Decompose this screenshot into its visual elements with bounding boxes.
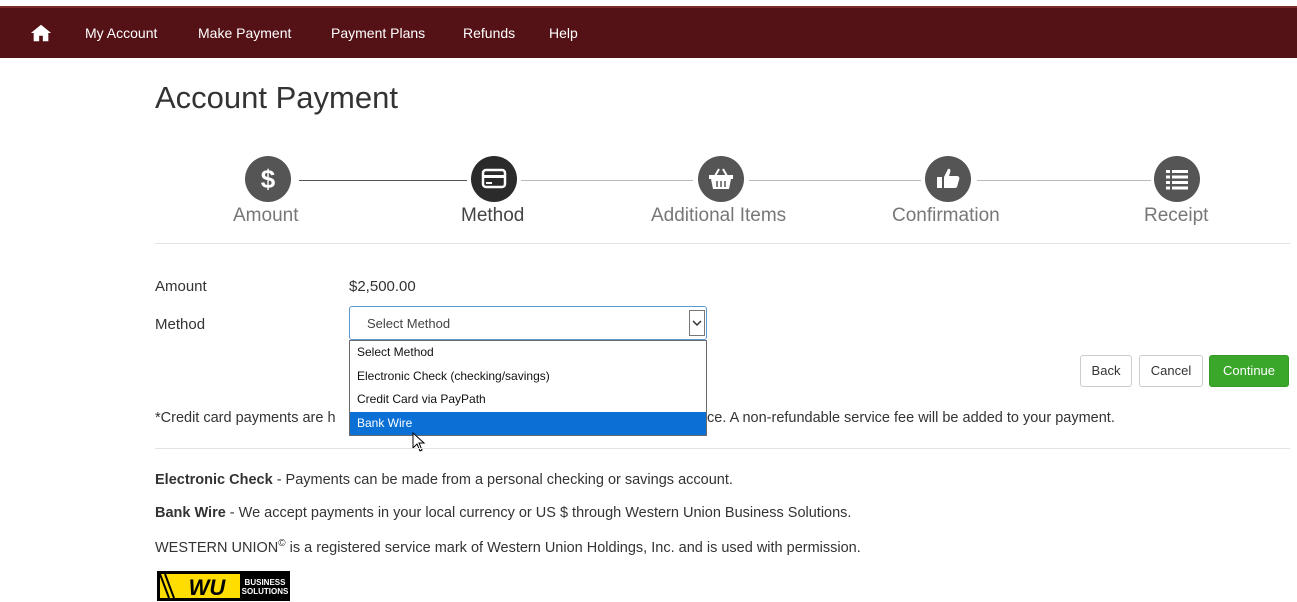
- basket-icon: [709, 168, 733, 189]
- wu-logo-mark: WU: [189, 575, 227, 600]
- amount-value: $2,500.00: [349, 278, 416, 295]
- wu-notice-text: is a registered service mark of Western …: [285, 539, 861, 556]
- method-option-bank-wire[interactable]: Bank Wire: [350, 412, 706, 435]
- nav-refunds[interactable]: Refunds: [463, 25, 515, 41]
- page-title: Account Payment: [155, 80, 398, 115]
- stepper-connector: [521, 180, 693, 181]
- thumbs-up-icon: [937, 168, 960, 188]
- step-label-method: Method: [461, 205, 525, 226]
- divider: [155, 243, 1290, 244]
- wire-info-title: Bank Wire: [155, 505, 226, 521]
- nav-help[interactable]: Help: [549, 25, 578, 41]
- amount-label: Amount: [155, 278, 207, 295]
- method-select-value: Select Method: [367, 316, 451, 331]
- credit-card-note-left: *Credit card payments are h: [155, 410, 336, 426]
- stepper-connector: [977, 180, 1151, 181]
- wu-notice-prefix: WESTERN UNION: [155, 539, 279, 556]
- credit-card-note-right: ce. A non-refundable service fee will be…: [707, 410, 1115, 426]
- wu-notice-sup: ©: [278, 538, 286, 549]
- chevron-down-icon[interactable]: [689, 310, 705, 336]
- list-icon: [1166, 170, 1188, 190]
- step-amount: $: [245, 156, 291, 202]
- divider: [155, 448, 1290, 449]
- wire-info: Bank Wire - We accept payments in your l…: [155, 505, 851, 521]
- western-union-business-solutions-logo: WU BUSINESS SOLUTIONS: [157, 571, 290, 601]
- method-label: Method: [155, 316, 206, 333]
- nav-my-account[interactable]: My Account: [85, 25, 157, 41]
- stepper-connector: [749, 180, 921, 181]
- wu-logo-line1: BUSINESS: [245, 578, 287, 587]
- home-icon[interactable]: [30, 22, 52, 44]
- dollar-icon: $: [261, 164, 276, 194]
- method-option-echeck[interactable]: Electronic Check (checking/savings): [350, 365, 706, 388]
- back-button[interactable]: Back: [1080, 355, 1132, 387]
- step-label-receipt: Receipt: [1144, 205, 1209, 226]
- echeck-info-text: - Payments can be made from a personal c…: [272, 472, 733, 488]
- step-additional-items: [698, 156, 744, 202]
- echeck-info: Electronic Check - Payments can be made …: [155, 472, 733, 488]
- continue-button[interactable]: Continue: [1209, 355, 1289, 387]
- western-union-notice: WESTERN UNION© is a registered service m…: [155, 538, 861, 556]
- nav-make-payment[interactable]: Make Payment: [198, 25, 291, 41]
- step-method: [471, 156, 517, 202]
- step-confirmation: [925, 156, 971, 202]
- credit-card-icon: [481, 168, 507, 189]
- method-dropdown-list: Select Method Electronic Check (checking…: [349, 340, 707, 436]
- method-option-select[interactable]: Select Method: [350, 341, 706, 364]
- echeck-info-title: Electronic Check: [155, 472, 273, 488]
- svg-text:$: $: [261, 164, 276, 194]
- top-nav: My Account Make Payment Payment Plans Re…: [0, 6, 1297, 58]
- cancel-button[interactable]: Cancel: [1139, 355, 1203, 387]
- stepper-connector: [299, 180, 467, 181]
- step-receipt: [1154, 156, 1200, 202]
- mouse-cursor-icon: [412, 432, 426, 452]
- nav-payment-plans[interactable]: Payment Plans: [331, 25, 425, 41]
- method-select[interactable]: Select Method: [349, 306, 707, 340]
- step-label-amount: Amount: [233, 205, 299, 226]
- wire-info-text: - We accept payments in your local curre…: [225, 505, 852, 521]
- wu-logo-line2: SOLUTIONS: [242, 587, 289, 596]
- step-label-confirmation: Confirmation: [892, 205, 1000, 226]
- step-label-additional-items: Additional Items: [651, 205, 787, 226]
- method-option-credit-card[interactable]: Credit Card via PayPath: [350, 388, 706, 411]
